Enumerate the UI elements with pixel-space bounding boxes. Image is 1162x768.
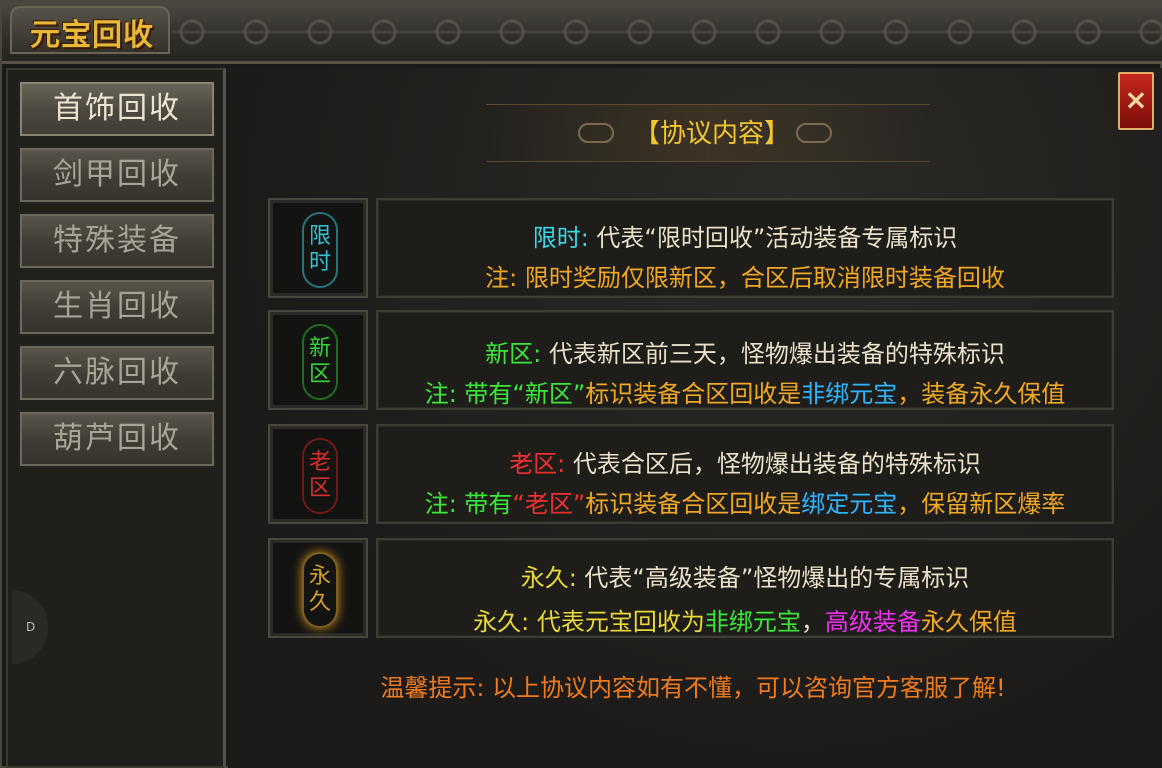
old-server-rune-slot: 老 区 (268, 424, 368, 524)
permanent-desc-text: 代表“高级装备”怪物爆出的专属标识 (576, 564, 970, 592)
permanent-rune-slot: 永 久 (268, 538, 368, 638)
heading-right-ornament-icon (796, 123, 832, 143)
limited-desc-text: 代表“限时回收”活动装备专属标识 (588, 224, 958, 252)
sidebar-item-jewelry[interactable]: 首饰回收 (18, 80, 216, 138)
old-server-desc-box: 老区: 代表合区后，怪物爆出装备的特殊标识 注: 带有“老区”标识装备合区回收是… (376, 424, 1114, 524)
sidebar-item-zodiac[interactable]: 生肖回收 (18, 278, 216, 336)
title-ornament (172, 14, 1162, 50)
note-mid: ， (800, 608, 825, 636)
rune-char: 区 (308, 362, 331, 387)
old-server-note: 注: 带有“老区”标识装备合区回收是绑定元宝，保留新区爆率 (378, 484, 1112, 519)
title-bar: 元宝回收 (2, 2, 1162, 64)
sidebar-item-six-veins[interactable]: 六脉回收 (18, 344, 216, 402)
permanent-rune-icon: 永 久 (302, 552, 338, 628)
permanent-desc-box: 永久: 代表“高级装备”怪物爆出的专属标识 永久: 代表元宝回收为非绑元宝，高级… (376, 538, 1114, 638)
new-server-note: 注: 带有“新区”标识装备合区回收是非绑元宝，装备永久保值 (378, 374, 1112, 409)
rune-char: 区 (308, 476, 331, 501)
rune-char: 限 (308, 224, 331, 249)
sidebar-item-special-equip[interactable]: 特殊装备 (18, 212, 216, 270)
note-mid: 标识装备合区回收是 (585, 380, 802, 408)
sidebar-item-sword-armor[interactable]: 剑甲回收 (18, 146, 216, 204)
limited-desc-line1: 限时: 代表“限时回收”活动装备专属标识 (378, 218, 1112, 253)
old-server-tag: 老区: (509, 450, 566, 478)
side-collapse-handle[interactable]: D (12, 590, 48, 664)
limited-note: 注: 限时奖励仅限新区，合区后取消限时装备回收 (485, 264, 1005, 292)
rune-char: 老 (308, 450, 331, 475)
old-server-desc-line1: 老区: 代表合区后，怪物爆出装备的特殊标识 (378, 444, 1112, 479)
note-highlight: 非绑元宝 (704, 608, 801, 636)
new-server-rune-icon: 新 区 (302, 324, 338, 400)
sidebar-item-gourd[interactable]: 葫芦回收 (18, 410, 216, 468)
new-server-desc-line1: 新区: 代表新区前三天，怪物爆出装备的特殊标识 (378, 334, 1112, 369)
permanent-desc-line1: 永久: 代表“高级装备”怪物爆出的专属标识 (378, 558, 1112, 593)
close-button[interactable]: × (1118, 72, 1154, 130)
permanent-tag: 永久: (520, 564, 577, 592)
tip-text: 温馨提示: 以上协议内容如有不懂，可以咨询官方客服了解! (380, 674, 1006, 702)
note-quote: “老区” (512, 490, 586, 518)
note-prefix: 注: 带有 (424, 380, 513, 408)
note-suffix: 永久保值 (920, 608, 1017, 636)
rune-char: 久 (308, 590, 331, 615)
new-server-rune-slot: 新 区 (268, 310, 368, 410)
old-server-rune-icon: 老 区 (302, 438, 338, 514)
rune-char: 时 (308, 250, 331, 275)
content-panel (228, 68, 1162, 768)
window-title: 元宝回收 (30, 18, 154, 53)
permanent-note: 永久: 代表元宝回收为非绑元宝，高级装备永久保值 (378, 602, 1112, 637)
note-highlight: 非绑元宝 (801, 380, 898, 408)
limited-desc-box: 限时: 代表“限时回收”活动装备专属标识 注: 限时奖励仅限新区，合区后取消限时… (376, 198, 1114, 298)
note-suffix: ，装备永久保值 (897, 380, 1066, 408)
limited-rune-icon: 限 时 (302, 212, 338, 288)
limited-tag: 限时: (532, 224, 589, 252)
rune-char: 永 (308, 564, 331, 589)
note-mid: 标识装备合区回收是 (585, 490, 802, 518)
note-highlight: 绑定元宝 (801, 490, 898, 518)
heading-left-ornament-icon (578, 123, 614, 143)
note-highlight-2: 高级装备 (824, 608, 921, 636)
sidebar: 首饰回收 剑甲回收 特殊装备 生肖回收 六脉回收 葫芦回收 D (6, 68, 226, 768)
old-server-desc-text: 代表合区后，怪物爆出装备的特殊标识 (565, 450, 981, 478)
limited-rune-slot: 限 时 (268, 198, 368, 298)
new-server-tag: 新区: (485, 340, 542, 368)
note-prefix: 注: 带有 (424, 490, 513, 518)
note-quote: “新区” (512, 380, 586, 408)
section-heading: 【协议内容】 (633, 119, 790, 149)
new-server-desc-text: 代表新区前三天，怪物爆出装备的特殊标识 (541, 340, 1005, 368)
rune-char: 新 (308, 336, 331, 361)
new-server-desc-box: 新区: 代表新区前三天，怪物爆出装备的特殊标识 注: 带有“新区”标识装备合区回… (376, 310, 1114, 410)
note-suffix: ，保留新区爆率 (897, 490, 1066, 518)
note-prefix: 永久: 代表元宝回收为 (473, 608, 705, 636)
